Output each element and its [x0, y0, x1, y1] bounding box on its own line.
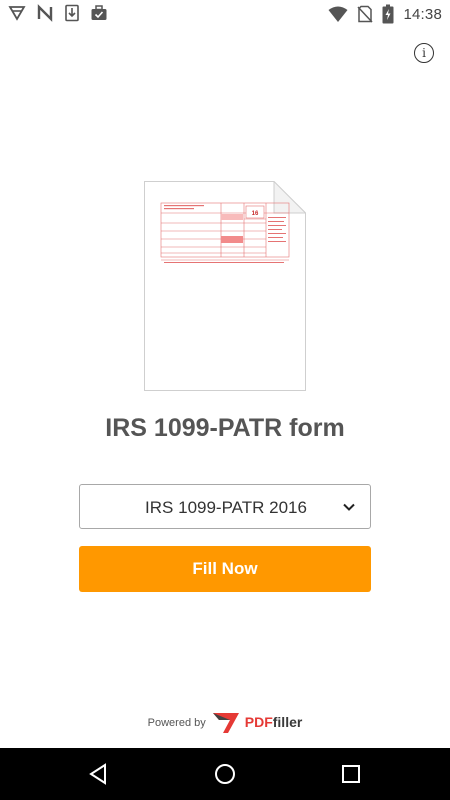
year-select[interactable]: IRS 1099-PATR 2016	[79, 484, 371, 529]
info-icon: i	[422, 46, 426, 60]
clock: 14:38	[403, 5, 442, 23]
no-sim-icon	[357, 5, 374, 23]
powered-by-label: Powered by	[147, 717, 206, 729]
home-icon[interactable]	[213, 762, 237, 786]
fill-now-button[interactable]: Fill Now	[79, 546, 371, 592]
brand-name: PDFfiller	[245, 714, 303, 732]
pdffiller-logo-icon	[212, 713, 239, 733]
form-title: IRS 1099-PATR form	[105, 414, 345, 442]
recent-apps-icon[interactable]	[339, 762, 363, 786]
brand-pdf: PDF	[244, 714, 273, 730]
app-screen: 14:38 i 16 IRS 1099-PATR form IRS 1099-P…	[0, 0, 450, 800]
status-notifications	[8, 4, 108, 22]
info-button[interactable]: i	[414, 43, 434, 63]
pdffiller-logo[interactable]: PDFfiller	[212, 712, 303, 734]
navigation-bar	[0, 748, 450, 800]
app-notification-icon	[8, 6, 26, 21]
back-icon[interactable]	[87, 762, 111, 786]
form-thumbnail: 16	[144, 181, 306, 391]
battery-charging-icon	[382, 4, 394, 24]
selected-year: IRS 1099-PATR 2016	[145, 498, 307, 517]
powered-by: Powered by PDFfiller	[0, 712, 450, 734]
chevron-down-icon	[343, 503, 355, 511]
n-notification-icon	[37, 4, 53, 22]
status-bar: 14:38	[0, 0, 450, 28]
wifi-icon	[328, 6, 348, 22]
briefcase-check-icon	[91, 5, 107, 20]
svg-text:16: 16	[252, 211, 259, 217]
status-system: 14:38	[328, 4, 442, 24]
brand-filler: filler	[272, 714, 303, 730]
download-icon	[65, 4, 79, 22]
